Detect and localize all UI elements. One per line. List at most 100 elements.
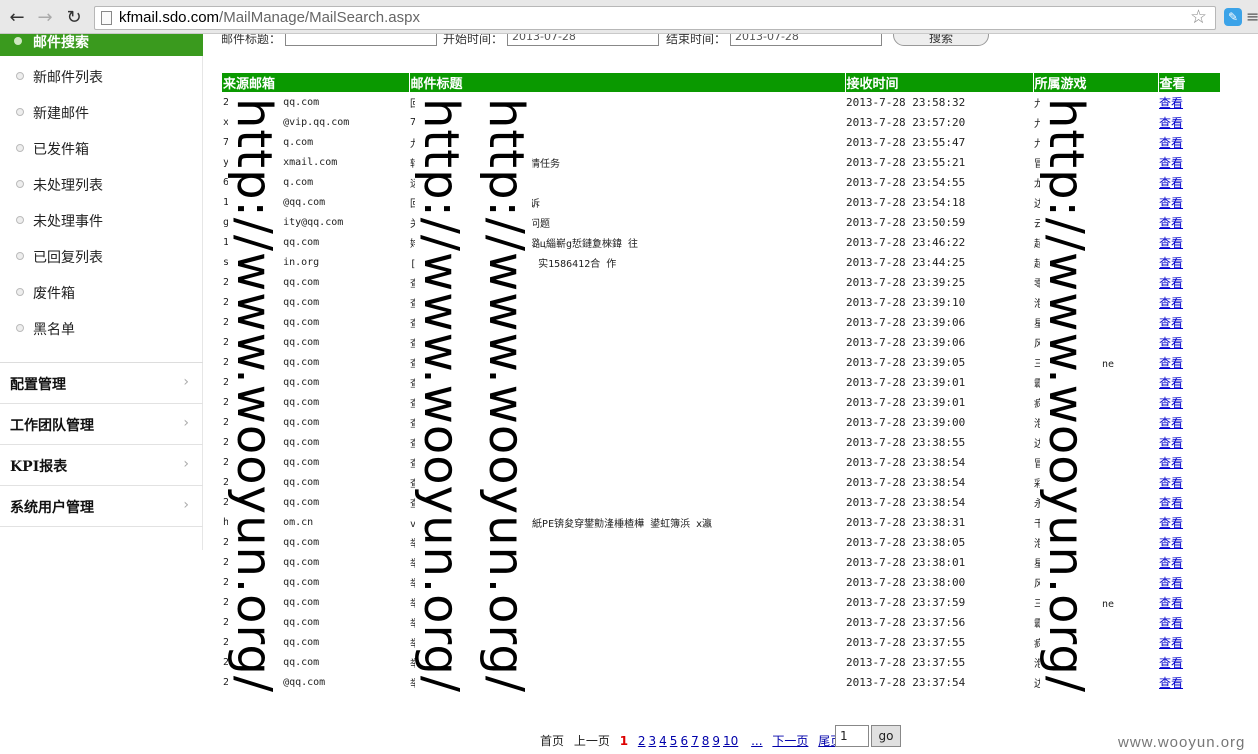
page-link[interactable]: 6 bbox=[680, 734, 688, 748]
view-link[interactable]: 查看 bbox=[1159, 316, 1183, 330]
page-link[interactable]: 7 bbox=[691, 734, 699, 748]
sidebar-item-replied-list[interactable]: 已回复列表 bbox=[0, 239, 203, 275]
sidebar-group-team[interactable]: 工作团队管理 › bbox=[0, 404, 203, 445]
view-link[interactable]: 查看 bbox=[1159, 176, 1183, 190]
col-game: 所属游戏 bbox=[1033, 73, 1159, 92]
cell-time: 2013-7-28 23:39:25 bbox=[846, 275, 966, 289]
search-bar: 邮件标题： 开始时间： 2013-07-28 结束时间： 2013-07-28 … bbox=[203, 34, 1258, 48]
view-link[interactable]: 查看 bbox=[1159, 336, 1183, 350]
page-link[interactable]: 8 bbox=[702, 734, 710, 748]
view-link[interactable]: 查看 bbox=[1159, 656, 1183, 670]
cell-subject: 查 bbox=[409, 332, 845, 352]
page-link[interactable]: 4 bbox=[659, 734, 667, 748]
cell-view: 查看 bbox=[1158, 92, 1220, 112]
cell-subject: 查 bbox=[409, 352, 845, 372]
sidebar-group-label: 配置管理 bbox=[10, 377, 66, 393]
search-button[interactable]: 搜索 bbox=[893, 34, 989, 46]
sidebar-group-kpi[interactable]: KPI报表 › bbox=[0, 445, 203, 486]
cell-subject: vi鏅紙PE锛夋穿鐢勯湰棰楂樺 鍙虹簿浜 ⅹ瀛 bbox=[410, 518, 713, 530]
sidebar-item-unprocessed-events[interactable]: 未处理事件 bbox=[0, 203, 203, 239]
watermark-text: http://www.wooyun.org/ bbox=[1038, 94, 1094, 698]
cell-subject: 回投诉 bbox=[409, 192, 845, 212]
cell-subject: 转表情任务 bbox=[410, 158, 560, 170]
sidebar-group-label: KPI报表 bbox=[10, 459, 68, 475]
cell-subject: 举 bbox=[409, 532, 845, 552]
view-link[interactable]: 查看 bbox=[1159, 556, 1183, 570]
view-link[interactable]: 查看 bbox=[1159, 136, 1183, 150]
menu-icon[interactable]: ≡ bbox=[1246, 7, 1258, 27]
reload-icon[interactable]: ↻ bbox=[63, 7, 85, 29]
sidebar-group-users[interactable]: 系统用户管理 › bbox=[0, 486, 203, 527]
cell-time: 2013-7-28 23:37:56 bbox=[846, 615, 966, 629]
view-link[interactable]: 查看 bbox=[1159, 576, 1183, 590]
view-link[interactable]: 查看 bbox=[1159, 496, 1183, 510]
cell-view: 查看 bbox=[1158, 332, 1220, 352]
cell-time: 2013-7-28 23:44:25 bbox=[846, 255, 966, 269]
next-page-link[interactable]: 下一页 bbox=[772, 734, 808, 748]
page-link[interactable]: 5 bbox=[670, 734, 678, 748]
sidebar-item-label: 黑名单 bbox=[33, 322, 75, 338]
view-link[interactable]: 查看 bbox=[1159, 256, 1183, 270]
view-link[interactable]: 查看 bbox=[1159, 676, 1183, 690]
sidebar-item-blacklist[interactable]: 黑名单 bbox=[0, 311, 203, 347]
page-number-input[interactable]: 1 bbox=[835, 725, 869, 747]
page-link[interactable]: 3 bbox=[649, 734, 657, 748]
view-link[interactable]: 查看 bbox=[1159, 216, 1183, 230]
view-link[interactable]: 查看 bbox=[1159, 356, 1183, 370]
forward-arrow-icon[interactable]: → bbox=[34, 7, 56, 29]
sidebar-item-sent-box[interactable]: 已发件箱 bbox=[0, 131, 203, 167]
cell-view: 查看 bbox=[1158, 432, 1220, 452]
sidebar-item-label: 未处理列表 bbox=[33, 178, 103, 194]
view-link[interactable]: 查看 bbox=[1159, 276, 1183, 290]
view-link[interactable]: 查看 bbox=[1159, 536, 1183, 550]
sidebar-item-label: 已回复列表 bbox=[33, 250, 103, 266]
cell-time: 2013-7-28 23:50:59 bbox=[846, 215, 966, 229]
page-link[interactable]: 10 bbox=[723, 734, 738, 748]
sidebar-group-config[interactable]: 配置管理 › bbox=[0, 363, 203, 404]
end-time-input[interactable]: 2013-07-28 bbox=[730, 34, 882, 46]
page-link[interactable]: 9 bbox=[712, 734, 720, 748]
sidebar-item-label: 废件箱 bbox=[33, 286, 75, 302]
view-link[interactable]: 查看 bbox=[1159, 196, 1183, 210]
view-link[interactable]: 查看 bbox=[1159, 516, 1183, 530]
view-link[interactable]: 查看 bbox=[1159, 236, 1183, 250]
view-link[interactable]: 查看 bbox=[1159, 476, 1183, 490]
prev-page-link[interactable]: 上一页 bbox=[574, 734, 610, 748]
view-link[interactable]: 查看 bbox=[1159, 616, 1183, 630]
sidebar-item-new-mail-list[interactable]: 新邮件列表 bbox=[0, 59, 203, 95]
bullet-icon bbox=[16, 216, 24, 224]
bookmark-star-icon[interactable]: ☆ bbox=[1190, 7, 1207, 29]
title-input[interactable] bbox=[285, 34, 437, 46]
start-time-input[interactable]: 2013-07-28 bbox=[507, 34, 659, 46]
view-link[interactable]: 查看 bbox=[1159, 156, 1183, 170]
sidebar-item-trash[interactable]: 废件箱 bbox=[0, 275, 203, 311]
view-link[interactable]: 查看 bbox=[1159, 596, 1183, 610]
cell-time: 2013-7-28 23:55:47 bbox=[846, 135, 966, 149]
view-link[interactable]: 查看 bbox=[1159, 296, 1183, 310]
site-watermark: www.wooyun.org bbox=[1118, 734, 1246, 751]
address-bar[interactable]: kfmail.sdo.com/MailManage/MailSearch.asp… bbox=[94, 6, 1216, 30]
view-link[interactable]: 查看 bbox=[1159, 96, 1183, 110]
view-link[interactable]: 查看 bbox=[1159, 416, 1183, 430]
view-link[interactable]: 查看 bbox=[1159, 636, 1183, 650]
extension-icon[interactable]: ✎ bbox=[1224, 8, 1242, 26]
first-page-link[interactable]: 首页 bbox=[540, 734, 564, 748]
page-link[interactable]: 2 bbox=[638, 734, 646, 748]
view-link[interactable]: 查看 bbox=[1159, 376, 1183, 390]
sidebar-item-new-mail[interactable]: 新建邮件 bbox=[0, 95, 203, 131]
cell-time: 2013-7-28 23:39:10 bbox=[846, 295, 966, 309]
go-button[interactable]: go bbox=[871, 725, 901, 747]
cell-subject: 九 bbox=[409, 132, 845, 152]
view-link[interactable]: 查看 bbox=[1159, 116, 1183, 130]
more-pages-link[interactable]: ... bbox=[751, 734, 762, 748]
cell-subject: 查 bbox=[409, 492, 845, 512]
back-arrow-icon[interactable]: ← bbox=[6, 7, 28, 29]
cell-view: 查看 bbox=[1158, 192, 1220, 212]
view-link[interactable]: 查看 bbox=[1159, 436, 1183, 450]
sidebar-item-mail-search[interactable]: 邮件搜索 bbox=[0, 34, 203, 56]
sidebar-item-unprocessed-list[interactable]: 未处理列表 bbox=[0, 167, 203, 203]
cell-view: 查看 bbox=[1158, 632, 1220, 652]
view-link[interactable]: 查看 bbox=[1159, 456, 1183, 470]
cell-time: 2013-7-28 23:38:54 bbox=[846, 495, 966, 509]
view-link[interactable]: 查看 bbox=[1159, 396, 1183, 410]
